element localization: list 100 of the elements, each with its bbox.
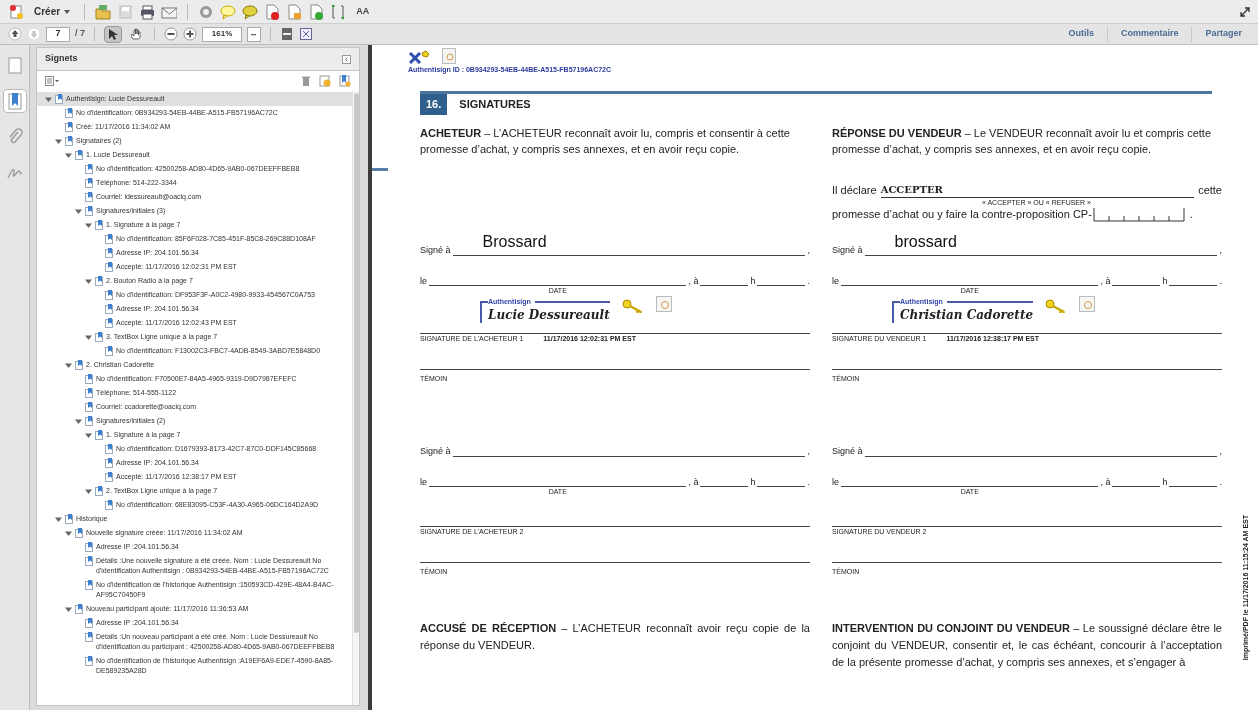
bookmark-icon — [85, 388, 93, 398]
options-icon[interactable] — [45, 76, 59, 86]
bookmark-icon — [85, 192, 93, 202]
text-size-button[interactable]: AA — [352, 4, 374, 19]
panel-tab[interactable]: Outils — [1060, 27, 1102, 41]
bookmark-icon — [85, 618, 93, 628]
place-field: Brossard — [452, 232, 806, 256]
bookmark-icon — [105, 304, 113, 314]
paragraph: ACHETEUR – L’ACHETEUR reconnaît avoir lu, compris et consentir à cette promesse d’achat, y compris ses annexes, et en avoir reçu copie. — [420, 126, 791, 157]
zoom-out-icon[interactable] — [164, 27, 178, 41]
zoom-in-icon[interactable] — [183, 27, 197, 41]
field-label: , à — [1100, 276, 1111, 287]
fit-page-icon[interactable] — [280, 27, 294, 41]
bookmark-icon — [85, 632, 93, 642]
expand-arrow-icon[interactable] — [65, 530, 72, 537]
crop-icon[interactable] — [330, 3, 347, 20]
page-icon — [5, 56, 24, 74]
bookmark-icon — [105, 500, 113, 510]
expand-arrow-icon[interactable] — [85, 488, 92, 495]
bookmark-icon — [85, 542, 93, 552]
bookmark-icon — [105, 262, 113, 272]
bookmark-icon — [95, 332, 103, 342]
expand-arrow-icon[interactable] — [65, 606, 72, 613]
bookmark-icon — [85, 556, 93, 566]
side-tab[interactable] — [2, 89, 27, 113]
signature-name: Christian Cadorette — [900, 307, 1034, 323]
stamp-icon — [655, 296, 672, 312]
field-label: . — [1219, 477, 1222, 488]
page-total: / 7 — [75, 27, 85, 41]
bookmark-icon — [95, 276, 103, 286]
field-label: , — [807, 245, 810, 256]
code-boxes[interactable] — [1092, 208, 1185, 222]
stamp-icon — [442, 48, 456, 64]
hand-icon — [130, 28, 142, 40]
bookmark-icon — [105, 318, 113, 328]
select-tool-button[interactable] — [104, 25, 122, 43]
scrollbar-thumb[interactable] — [353, 93, 359, 633]
declaration-field: ACCEPTER — [880, 183, 1195, 198]
field-label: , à — [1100, 477, 1111, 488]
bookmark-icon — [85, 206, 93, 216]
expand-icon[interactable] — [1240, 6, 1250, 17]
bookmark-icon — [5, 92, 24, 110]
zoom-field[interactable]: 161% — [202, 26, 242, 42]
expand-arrow-icon[interactable] — [65, 362, 72, 369]
field-label: h — [1162, 276, 1168, 287]
bookmark-icon — [95, 486, 103, 496]
previous-page-icon[interactable] — [8, 27, 22, 41]
expand-arrow-icon[interactable] — [45, 96, 52, 103]
open-folder-icon[interactable] — [95, 3, 112, 20]
expand-arrow-icon[interactable] — [85, 222, 92, 229]
bookmark-icon — [95, 430, 103, 440]
bookmark-icon — [75, 360, 83, 370]
expand-arrow-icon[interactable] — [85, 334, 92, 341]
collapse-icon[interactable] — [342, 54, 351, 64]
trash-icon[interactable] — [301, 75, 311, 87]
panel-tab[interactable]: Partager — [1197, 27, 1250, 41]
expand-arrow-icon[interactable] — [55, 138, 62, 145]
field-label: Signé à — [832, 446, 863, 457]
expand-arrow-icon[interactable] — [75, 208, 82, 215]
create-icon[interactable] — [8, 3, 24, 20]
full-screen-icon[interactable] — [299, 27, 313, 41]
field-label: le — [420, 276, 427, 287]
comment-icon[interactable] — [242, 3, 259, 20]
bookmark-icon — [105, 444, 113, 454]
bookmark-icon — [85, 164, 93, 174]
print-icon[interactable] — [139, 3, 156, 20]
field-label: h — [1162, 477, 1168, 488]
bookmark-icon — [55, 94, 63, 104]
bookmark-icon — [65, 514, 73, 524]
expand-arrow-icon[interactable] — [65, 152, 72, 159]
bookmark-icon — [85, 374, 93, 384]
field-label: , à — [688, 477, 699, 488]
field-label: le — [832, 477, 839, 488]
field-label: . — [1219, 276, 1222, 287]
bookmark-add-icon[interactable] — [339, 75, 351, 87]
paragraph: ACCUSÉ DE RÉCEPTION – L’ACHETEUR reconnaît avoir reçu copie de la réponse du VENDEUR. — [420, 621, 810, 653]
expand-arrow-icon[interactable] — [55, 516, 62, 523]
expand-arrow-icon[interactable] — [75, 418, 82, 425]
bookmark-icon — [105, 472, 113, 482]
section-title: SIGNATURES — [459, 97, 531, 112]
field-label: , — [1219, 245, 1222, 256]
create-button[interactable]: Créer — [30, 4, 75, 19]
paragraph: INTERVENTION DU CONJOINT DU VENDEUR – Le soussigné déclare être le conjoint du VENDEUR, consentir et, le cas échéant, concourir à l’acceptation de la présente promesse d’achat, y compris ses annexes, et s’engager à — [832, 621, 1222, 670]
bookmark-icon — [85, 178, 93, 188]
field-label: , — [807, 446, 810, 457]
document-icon[interactable] — [308, 3, 325, 20]
bookmark-icon — [105, 234, 113, 244]
expand-arrow-icon[interactable] — [85, 432, 92, 439]
panel-tab[interactable]: Commentaire — [1112, 27, 1187, 41]
declaration-text: Il déclare — [832, 183, 877, 198]
expand-arrow-icon[interactable] — [85, 278, 92, 285]
field-label: h — [750, 477, 756, 488]
page-number-field[interactable]: 7 — [46, 26, 70, 42]
field-label: Signé à — [420, 245, 451, 256]
field-label: Signé à — [420, 446, 451, 457]
field-label: h — [750, 276, 756, 287]
document-icon[interactable] — [264, 3, 281, 20]
paragraph: RÉPONSE DU VENDEUR – Le VENDEUR reconnaît avoir lu et compris cette promesse d’achat, y compris ses annexes, et en avoir reçu copie. — [832, 126, 1213, 157]
dropdown-icon[interactable] — [247, 26, 261, 42]
declaration-text: promesse d’achat ou y faire la contre-proposition CP- — [832, 207, 1092, 222]
